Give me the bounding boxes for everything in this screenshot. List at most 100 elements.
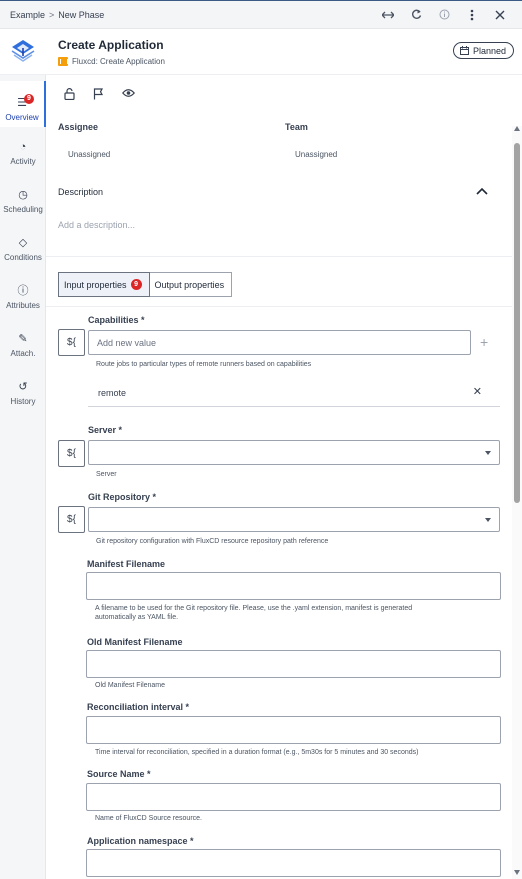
paperclip-icon: ✎: [18, 333, 28, 345]
sidebar-item-conditions[interactable]: ◇ Conditions: [0, 237, 46, 277]
breadcrumb-separator: >: [49, 9, 55, 20]
flag-icon[interactable]: [93, 88, 104, 100]
breadcrumb-current: New Phase: [58, 9, 105, 20]
source-name-label: Source Name *: [87, 769, 151, 779]
git-repository-label: Git Repository *: [88, 492, 157, 502]
description-label: Description: [58, 187, 104, 197]
divider: [46, 256, 512, 257]
diamond-icon: ◇: [18, 237, 28, 249]
expression-toggle-button[interactable]: ${: [58, 329, 85, 356]
top-bar: Example > New Phase: [0, 0, 522, 29]
sidebar: ☰ 9 Overview ◔ Activity ◷ Scheduling ◇ C…: [0, 75, 46, 879]
tab-label: Input properties: [64, 279, 127, 290]
server-label: Server *: [88, 425, 123, 435]
task-type-label: Fluxcd: Create Application: [72, 56, 165, 66]
main-content: Assignee Unassigned Team Unassigned Desc…: [46, 75, 512, 879]
capability-item: remote ✕: [88, 378, 500, 407]
capability-value: remote: [98, 388, 127, 398]
tab-input-properties[interactable]: Input properties 9: [58, 272, 150, 297]
add-value-button[interactable]: +: [480, 334, 488, 350]
server-select[interactable]: [88, 440, 500, 465]
top-actions: [374, 3, 514, 27]
assignee-label: Assignee: [58, 122, 99, 132]
list-icon: ☰: [17, 97, 27, 109]
tab-output-properties[interactable]: Output properties: [149, 272, 233, 297]
chevron-up-icon[interactable]: [476, 187, 488, 195]
status-label: Planned: [472, 45, 506, 56]
sidebar-item-label: Scheduling: [3, 205, 43, 214]
capabilities-input[interactable]: Add new value: [88, 330, 471, 355]
sidebar-item-label: Attach.: [10, 349, 36, 358]
expression-toggle-button[interactable]: ${: [58, 440, 85, 467]
chevron-down-icon: [485, 451, 491, 455]
source-name-hint: Name of FluxCD Source resource.: [95, 815, 202, 822]
eye-icon[interactable]: [122, 88, 135, 98]
scroll-up-arrow-icon[interactable]: [514, 126, 520, 131]
info-circle-icon: ⓘ: [17, 285, 29, 297]
expression-toggle-button[interactable]: ${: [58, 506, 85, 533]
input-badge: 9: [130, 279, 142, 290]
reconciliation-interval-hint: Time interval for reconciliation, specif…: [95, 749, 419, 756]
expand-horizontal-icon[interactable]: [374, 3, 402, 27]
activity-icon: ◔: [19, 141, 27, 153]
sidebar-item-activity[interactable]: ◔ Activity: [0, 141, 46, 181]
team-value[interactable]: Unassigned: [295, 150, 337, 159]
close-icon[interactable]: [486, 3, 514, 27]
manifest-filename-hint-line2: automatically as YAML file.: [95, 614, 179, 621]
git-repository-select[interactable]: [88, 507, 500, 532]
manifest-filename-label: Manifest Filename: [87, 559, 166, 569]
more-options-icon[interactable]: [458, 3, 486, 27]
capabilities-placeholder: Add new value: [97, 337, 157, 348]
refresh-icon[interactable]: [402, 3, 430, 27]
scrollbar[interactable]: [512, 126, 522, 879]
old-manifest-filename-input[interactable]: [86, 650, 501, 678]
sidebar-item-attachments[interactable]: ✎ Attach.: [0, 333, 46, 373]
server-hint: Server: [96, 471, 117, 478]
breadcrumb: Example > New Phase: [10, 10, 104, 20]
source-name-input[interactable]: [86, 783, 501, 811]
calendar-icon: [459, 46, 469, 55]
task-type-icon: [58, 56, 68, 66]
chevron-down-icon: [485, 518, 491, 522]
sidebar-item-label: History: [10, 397, 36, 406]
tab-label: Output properties: [154, 279, 225, 290]
capabilities-label: Capabilities *: [88, 315, 145, 325]
reconciliation-interval-label: Reconciliation interval *: [87, 702, 190, 712]
manifest-filename-input[interactable]: [86, 572, 501, 600]
sidebar-item-label: Activity: [10, 157, 36, 166]
reconciliation-interval-input[interactable]: [86, 716, 501, 744]
sidebar-item-history[interactable]: ↺ History: [0, 381, 46, 421]
capabilities-hint: Route jobs to particular types of remote…: [96, 361, 312, 368]
application-namespace-label: Application namespace *: [87, 836, 194, 846]
page-title: Create Application: [58, 37, 164, 52]
properties-tabs: Input properties 9 Output properties: [58, 272, 233, 297]
remove-value-icon[interactable]: ✕: [473, 385, 482, 398]
divider: [46, 306, 512, 307]
sidebar-item-scheduling[interactable]: ◷ Scheduling: [0, 189, 46, 229]
clock-icon: ◷: [18, 189, 28, 201]
status-badge[interactable]: Planned: [452, 42, 514, 59]
scroll-thumb[interactable]: [514, 143, 520, 503]
application-namespace-input[interactable]: [86, 849, 501, 877]
old-manifest-filename-label: Old Manifest Filename: [87, 637, 183, 647]
sidebar-item-label: Conditions: [4, 253, 42, 262]
info-icon[interactable]: [430, 3, 458, 27]
git-repository-hint: Git repository configuration with FluxCD…: [96, 538, 329, 545]
sidebar-item-label: Attributes: [6, 301, 40, 310]
unlock-icon[interactable]: [64, 88, 75, 100]
history-icon: ↺: [18, 381, 28, 393]
fluxcd-logo-icon: [11, 39, 35, 62]
assignee-value[interactable]: Unassigned: [68, 150, 110, 159]
overview-badge: 9: [24, 94, 34, 104]
sidebar-item-overview[interactable]: ☰ 9 Overview: [0, 81, 46, 127]
sidebar-item-label: Overview: [5, 113, 39, 122]
old-manifest-filename-hint: Old Manifest Filename: [95, 682, 166, 689]
task-type: Fluxcd: Create Application: [58, 56, 165, 66]
breadcrumb-root[interactable]: Example: [10, 10, 45, 20]
scroll-down-arrow-icon[interactable]: [514, 870, 520, 875]
team-label: Team: [285, 122, 308, 132]
sidebar-item-attributes[interactable]: ⓘ Attributes: [0, 285, 46, 325]
task-header: Create Application Fluxcd: Create Applic…: [0, 29, 522, 75]
action-icons: [64, 88, 135, 100]
description-input[interactable]: Add a description...: [58, 220, 135, 230]
